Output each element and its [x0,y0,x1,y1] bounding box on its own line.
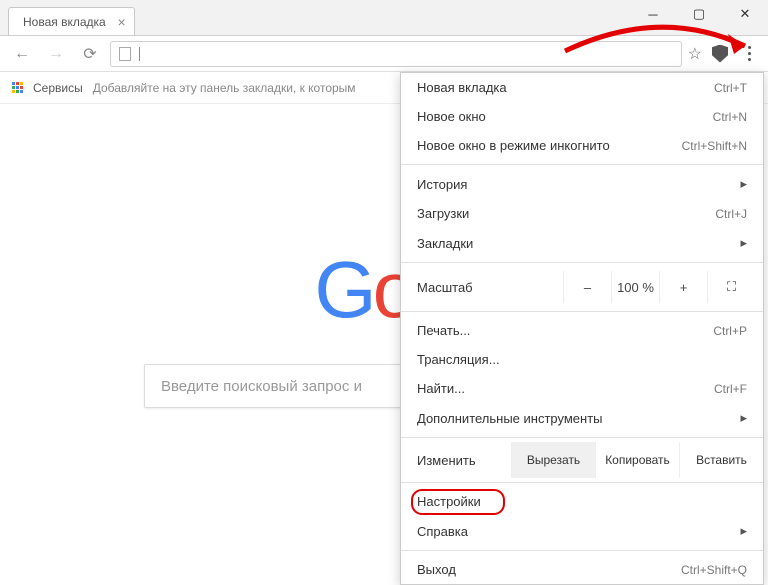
fullscreen-icon[interactable]: ⛶ [707,271,755,303]
submenu-arrow-icon: ▸ [740,235,747,251]
submenu-arrow-icon: ▸ [740,410,747,426]
menu-separator [401,482,763,483]
menu-settings[interactable]: Настройки [401,487,763,516]
address-bar[interactable] [110,41,682,67]
shield-icon[interactable] [712,45,728,63]
menu-bookmarks[interactable]: Закладки ▸ [401,228,763,258]
maximize-button[interactable]: ▢ [676,0,722,28]
menu-cast[interactable]: Трансляция... [401,345,763,374]
apps-icon[interactable] [12,82,23,93]
menu-find[interactable]: Найти... Ctrl+F [401,374,763,403]
bookmarks-hint: Добавляйте на эту панель закладки, к кот… [93,81,356,95]
services-link[interactable]: Сервисы [33,81,83,95]
menu-help[interactable]: Справка ▸ [401,516,763,546]
back-button[interactable]: ← [8,40,36,68]
menu-edit: Изменить Вырезать Копировать Вставить [401,442,763,478]
close-window-button[interactable]: ✕ [722,0,768,28]
kebab-menu-icon[interactable] [738,40,760,68]
edit-cut-button[interactable]: Вырезать [511,442,595,478]
zoom-out-button[interactable]: – [563,271,611,303]
tab-title: Новая вкладка [23,15,106,29]
menu-zoom: Масштаб – 100 % + ⛶ [401,267,763,307]
cursor-caret [139,47,140,61]
menu-separator [401,550,763,551]
menu-history[interactable]: История ▸ [401,169,763,199]
edit-paste-button[interactable]: Вставить [679,442,763,478]
tab-active[interactable]: Новая вкладка × [8,7,135,35]
menu-downloads[interactable]: Загрузки Ctrl+J [401,199,763,228]
edit-copy-button[interactable]: Копировать [595,442,679,478]
zoom-in-button[interactable]: + [659,271,707,303]
menu-print[interactable]: Печать... Ctrl+P [401,316,763,345]
menu-new-window[interactable]: Новое окно Ctrl+N [401,102,763,131]
forward-button[interactable]: → [42,40,70,68]
zoom-value: 100 % [611,271,659,303]
page-icon [119,47,131,61]
search-placeholder: Введите поисковый запрос и [161,378,362,395]
menu-separator [401,262,763,263]
submenu-arrow-icon: ▸ [740,176,747,192]
menu-separator [401,311,763,312]
menu-separator [401,437,763,438]
menu-new-tab[interactable]: Новая вкладка Ctrl+T [401,73,763,102]
tab-close-icon[interactable]: × [118,14,126,30]
reload-button[interactable]: ⟳ [76,40,104,68]
minimize-button[interactable]: ─ [630,0,676,28]
menu-exit[interactable]: Выход Ctrl+Shift+Q [401,555,763,584]
menu-more-tools[interactable]: Дополнительные инструменты ▸ [401,403,763,433]
submenu-arrow-icon: ▸ [740,523,747,539]
bookmark-star-icon[interactable]: ☆ [688,44,702,64]
toolbar: ← → ⟳ ☆ [0,36,768,72]
menu-incognito[interactable]: Новое окно в режиме инкогнито Ctrl+Shift… [401,131,763,160]
menu-separator [401,164,763,165]
chrome-menu: Новая вкладка Ctrl+T Новое окно Ctrl+N Н… [400,72,764,585]
